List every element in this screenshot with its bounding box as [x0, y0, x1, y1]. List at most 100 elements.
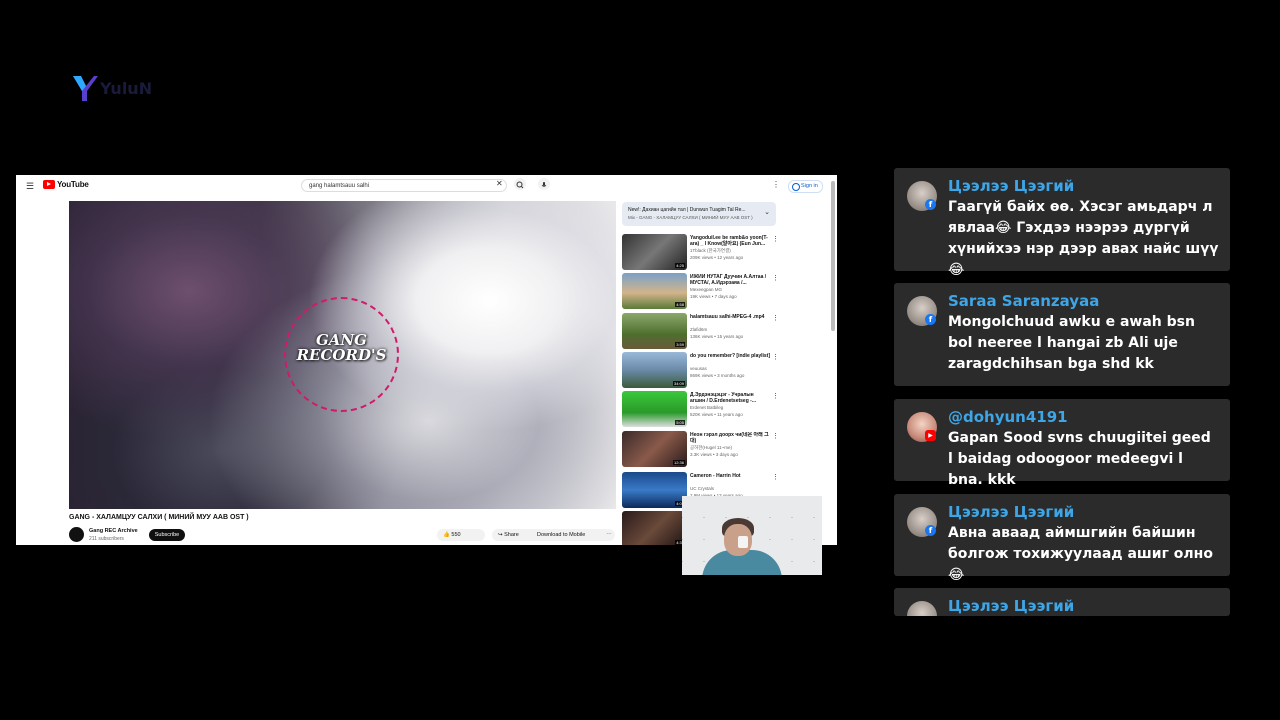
like-count: 550	[451, 532, 461, 538]
channel-subscribers: 211 subscribers	[89, 536, 124, 542]
search-input[interactable]: gang halamtsauu salhi	[301, 179, 507, 192]
video-thumbnail: 4:31	[622, 511, 687, 545]
mix-playlist-subtitle: Mix - GANG - ХАЛАМЦУУ САЛХИ ( МИНИЙ МУУ …	[628, 215, 753, 220]
video-duration: 3:59	[675, 342, 685, 347]
chat-text: Gapan Sood svns chuugiitei geed l baidag…	[948, 430, 1211, 488]
facebook-icon: f	[925, 314, 936, 325]
recommended-video[interactable]: 5:05 Д.Эрдэнэцэцэг - Учралын агшин / D.E…	[622, 391, 822, 427]
video-overlay-text: GANG RECORD'S	[296, 331, 387, 364]
recommended-channel: Erdenet Batbileg	[690, 405, 724, 410]
sign-in-button[interactable]: Sign in	[788, 180, 823, 193]
chat-author: Цээлээ Цээгий	[948, 503, 1075, 521]
kebab-menu-icon[interactable]: ⋮	[772, 353, 779, 361]
kebab-menu-icon[interactable]: ⋮	[772, 432, 779, 440]
video-duration: 34:09	[672, 381, 685, 386]
more-actions-button[interactable]: ⋯	[603, 529, 615, 541]
video-player[interactable]: GANG RECORD'S	[69, 201, 616, 509]
recommended-video[interactable]: 34:09 do you remember? [indie playlist] …	[622, 352, 822, 388]
streamer-cup	[738, 536, 748, 548]
download-button[interactable]: Download to Mobile	[531, 529, 611, 541]
recommended-meta: 19K views • 7 days ago	[690, 294, 737, 299]
recommended-video[interactable]: 12:36 Неон гэрэл доорх чи(네온 아래 그대) 공허한(…	[622, 431, 822, 467]
chat-text: Авна аваад аймшгийн байшин болгож тохижу…	[948, 525, 1213, 583]
recommended-channel: UC Crystals	[690, 486, 715, 491]
recommended-title: Cameron - Harrin Hot	[690, 473, 741, 479]
facebook-icon: f	[925, 199, 936, 210]
chat-message: f Saraa Saranzayaa Mongolchuud awku e aw…	[894, 283, 1230, 386]
video-thumbnail: 4:03	[622, 472, 687, 508]
recommended-meta: 209K views • 12 years ago	[690, 255, 744, 260]
chat-message: f Цээлээ Цээгий Авна аваад аймшгийн байш…	[894, 494, 1230, 583]
subscribe-button[interactable]: Subscribe	[149, 529, 185, 541]
youtube-logo-text: YouTube	[57, 180, 89, 189]
recommended-channel: 공허한(Hugel 11~me)	[690, 445, 732, 450]
mix-playlist-banner[interactable]: New!: Дахиан цагийн тал | Dunwun Tuagim …	[622, 202, 776, 226]
recommended-video[interactable]: 4:25 Yangoduil.ee be ramb&o yoon(T-ara) …	[622, 234, 822, 270]
recommended-title: do you remember? [indie playlist]	[690, 353, 770, 359]
scrollbar[interactable]	[831, 181, 835, 331]
recommended-video[interactable]: 3:59 halamtsauu salhi-MPEG-4 .mp4 Zlafid…	[622, 313, 822, 349]
video-thumbnail: 4:25	[622, 234, 687, 270]
video-duration: 5:05	[675, 420, 685, 425]
brand-logo: YuluN	[72, 74, 152, 102]
clear-search-icon[interactable]: ✕	[496, 179, 503, 188]
channel-name[interactable]: Gang REC Archive	[89, 528, 138, 534]
recommended-video[interactable]: 4:58 ИЖИЙ НУТАГ Дуучин А.Алтаа /МУСТА/, …	[622, 273, 822, 309]
recommended-meta: 3.3K views • 3 days ago	[690, 452, 738, 457]
video-thumbnail: 34:09	[622, 352, 687, 388]
chat-author: Saraa Saranzayaa	[948, 292, 1100, 310]
chat-text: Гаагүй байх өө. Хэсэг амьдарч л явлаа😂 Г…	[948, 199, 1219, 278]
y-brand-icon	[73, 76, 98, 101]
recommended-channel: Mexeegpan MG	[690, 287, 723, 292]
chat-author: Цээлээ Цээгий	[948, 597, 1075, 615]
kebab-menu-icon[interactable]: ⋮	[772, 235, 779, 243]
chat-author: @dohyun4191	[948, 408, 1068, 426]
recommended-title: halamtsauu salhi-MPEG-4 .mp4	[690, 314, 765, 320]
kebab-menu-icon[interactable]: ⋮	[772, 274, 779, 282]
video-thumbnail: 3:59	[622, 313, 687, 349]
recommended-meta: 136K views • 15 years ago	[690, 334, 744, 339]
recommended-channel: veuusas	[690, 366, 707, 371]
webcam-feed	[682, 496, 822, 575]
share-icon: ↪	[498, 532, 503, 538]
search-icon[interactable]	[514, 178, 526, 190]
video-duration: 4:58	[675, 302, 685, 307]
kebab-menu-icon[interactable]: ⋮	[772, 392, 779, 400]
facebook-icon: f	[925, 525, 936, 536]
more-options-icon[interactable]: ⋮	[772, 180, 780, 189]
recommended-title: Д.Эрдэнэцэцэг - Учралын агшин / D.Erdene…	[690, 392, 756, 404]
video-duration: 4:25	[675, 263, 685, 268]
kebab-menu-icon[interactable]: ⋮	[772, 314, 779, 322]
mix-playlist-title: New!: Дахиан цагийн тал | Dunwun Tuagim …	[628, 207, 746, 213]
recommended-title: Yangoduil.ee be ramb&o yoon(T-ara) _ I K…	[690, 235, 768, 247]
chat-message: Цээлээ Цээгий	[894, 588, 1230, 616]
recommended-channel: 1Tblack (한국가연결)	[690, 248, 731, 253]
chat-author: Цээлээ Цээгий	[948, 177, 1075, 195]
video-thumbnail: 5:05	[622, 391, 687, 427]
video-duration: 12:36	[672, 460, 685, 465]
video-thumbnail: 4:58	[622, 273, 687, 309]
recommended-meta: 869K views • 3 months ago	[690, 373, 745, 378]
like-button[interactable]: 👍 550	[437, 529, 485, 541]
youtube-header: ☰ YouTube gang halamtsauu salhi ✕ ⋮ Sign…	[16, 175, 837, 197]
chat-message: f Цээлээ Цээгий Гаагүй байх өө. Хэсэг ам…	[894, 168, 1230, 278]
avatar	[907, 601, 937, 616]
menu-icon[interactable]: ☰	[26, 181, 34, 192]
youtube-window: ☰ YouTube gang halamtsauu salhi ✕ ⋮ Sign…	[16, 175, 837, 545]
youtube-play-icon	[43, 180, 55, 189]
recommended-title: Неон гэрэл доорх чи(네온 아래 그대)	[690, 432, 769, 444]
brand-logo-text: YuluN	[100, 78, 153, 98]
chat-text: Mongolchuud awku e awah bsn bol neeree l…	[948, 314, 1195, 372]
chat-message: ▶ @dohyun4191 Gapan Sood svns chuugiitei…	[894, 399, 1230, 488]
youtube-logo[interactable]: YouTube	[43, 180, 89, 189]
video-title: GANG - ХАЛАМЦУУ САЛХИ ( МИНИЙ МУУ ААВ OS…	[69, 514, 249, 521]
kebab-menu-icon[interactable]: ⋮	[772, 473, 779, 481]
recommended-channel: Zlafid6m	[690, 327, 708, 332]
download-label: Download to Mobile	[537, 532, 586, 538]
recommended-title: ИЖИЙ НУТАГ Дуучин А.Алтаа /МУСТА/, А.Идэ…	[690, 274, 767, 286]
channel-avatar[interactable]	[69, 527, 84, 542]
youtube-icon: ▶	[925, 430, 936, 441]
chevron-down-icon[interactable]: ⌄	[764, 208, 770, 216]
mic-icon[interactable]	[538, 178, 550, 190]
video-thumbnail: 12:36	[622, 431, 687, 467]
